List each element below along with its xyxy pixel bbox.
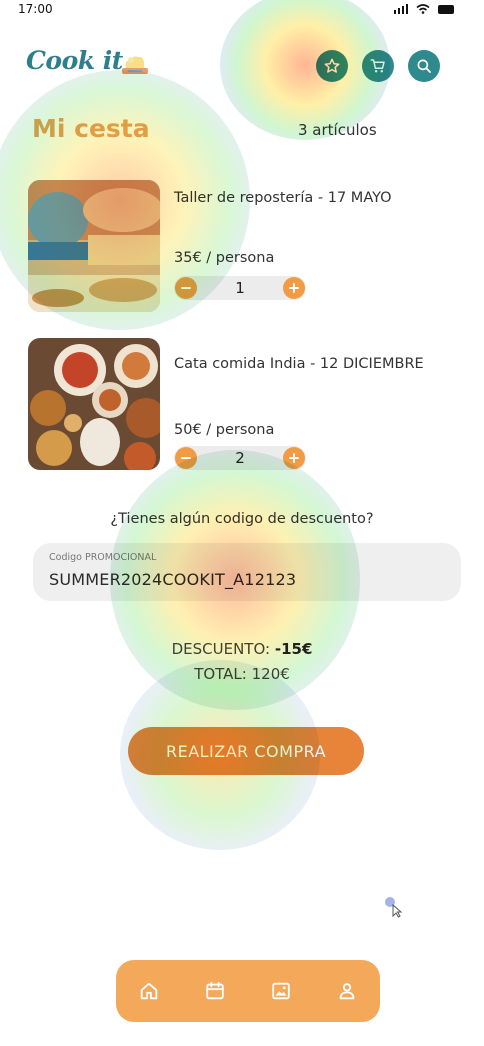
search-icon (417, 59, 431, 73)
home-icon (140, 982, 158, 1000)
phone-screen: 17:00 Cook it Mi cesta 3 artículos Talle… (0, 0, 484, 1046)
user-icon (339, 983, 355, 1000)
nav-calendar[interactable] (198, 974, 232, 1008)
status-time: 17:00 (18, 2, 53, 16)
quantity-stepper: 1 (174, 276, 306, 300)
item-image[interactable] (28, 180, 160, 312)
quantity-value: 1 (235, 279, 245, 297)
page-title: Mi cesta (32, 114, 150, 143)
wifi-icon (416, 4, 430, 14)
plus-icon (288, 453, 299, 463)
cursor-icon (385, 897, 403, 918)
nav-gallery[interactable] (264, 974, 298, 1008)
nav-profile[interactable] (330, 974, 364, 1008)
promo-code-value[interactable]: SUMMER2024COOKIT_A12123 (49, 570, 296, 589)
order-totals: DESCUENTO: -15€ TOTAL: 120€ (0, 637, 484, 687)
cart-item: Taller de repostería - 17 MAYO 35€ / per… (28, 180, 468, 312)
cart-icon (370, 59, 385, 73)
increase-button[interactable] (282, 277, 305, 299)
discount-row: DESCUENTO: -15€ (0, 637, 484, 662)
app-logo[interactable]: Cook it (26, 46, 123, 75)
quantity-stepper: 2 (174, 446, 306, 470)
calendar-icon (206, 981, 224, 1000)
cart-item: Cata comida India - 12 DICIEMBRE 50€ / p… (28, 338, 468, 470)
star-icon (324, 58, 340, 73)
discount-question: ¿Tienes algún codigo de descuento? (110, 511, 374, 527)
header-actions (316, 50, 440, 82)
item-name[interactable]: Cata comida India - 12 DICIEMBRE (174, 356, 424, 372)
status-icons (394, 4, 454, 14)
decrease-button[interactable] (175, 447, 197, 469)
cart-button[interactable] (362, 50, 394, 82)
signal-icon (394, 4, 408, 14)
bottom-nav (116, 960, 380, 1022)
item-price: 35€ / persona (174, 250, 275, 266)
minus-icon (181, 457, 191, 459)
discount-amount: -15€ (274, 640, 313, 658)
battery-icon (438, 4, 454, 14)
plus-icon (288, 283, 299, 293)
item-image[interactable] (28, 338, 160, 470)
promo-code-field[interactable]: Codigo PROMOCIONAL SUMMER2024COOKIT_A121… (33, 543, 461, 601)
image-icon (272, 982, 290, 1000)
increase-button[interactable] (282, 447, 305, 469)
favorites-button[interactable] (316, 50, 348, 82)
minus-icon (181, 287, 191, 289)
chef-hat-icon (122, 56, 148, 74)
discount-label: DESCUENTO: (171, 640, 271, 658)
promo-code-label: Codigo PROMOCIONAL (49, 552, 157, 563)
search-button[interactable] (408, 50, 440, 82)
decrease-button[interactable] (175, 277, 197, 299)
purchase-button[interactable]: REALIZAR COMPRA (128, 727, 364, 775)
total-label: TOTAL: (194, 665, 247, 683)
item-price: 50€ / persona (174, 422, 275, 438)
item-name[interactable]: Taller de repostería - 17 MAYO (174, 190, 392, 206)
quantity-value: 2 (235, 449, 245, 467)
item-count: 3 artículos (298, 121, 377, 139)
total-row: TOTAL: 120€ (0, 662, 484, 687)
total-amount: 120€ (251, 665, 290, 683)
nav-home[interactable] (132, 974, 166, 1008)
status-bar: 17:00 (0, 0, 484, 22)
